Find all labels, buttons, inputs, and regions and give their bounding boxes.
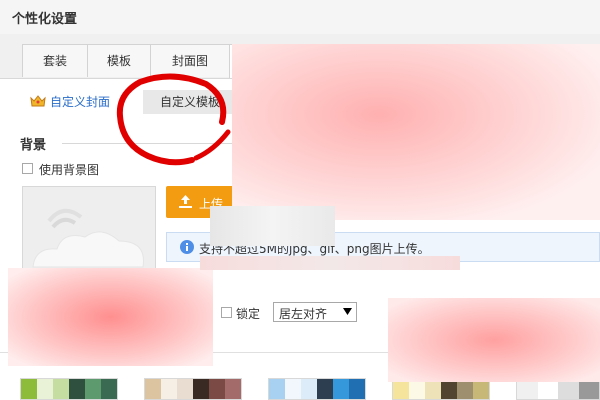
use-background-checkbox[interactable] xyxy=(22,163,33,174)
redacted-area xyxy=(210,206,335,246)
panel-title: 个性化设置 xyxy=(12,12,78,27)
section-divider xyxy=(62,143,232,144)
tab-suite[interactable]: 套装 xyxy=(22,44,88,77)
panel-header: 个性化设置 xyxy=(0,0,600,35)
background-section-title: 背景 xyxy=(20,138,47,153)
color-palette-swatch[interactable] xyxy=(268,378,366,400)
crown-icon xyxy=(30,95,46,107)
info-icon xyxy=(180,240,194,254)
color-palette-swatch[interactable] xyxy=(20,378,118,400)
use-background-label: 使用背景图 xyxy=(39,163,100,177)
redacted-area xyxy=(8,268,213,366)
align-select-value: 居左对齐 xyxy=(279,307,328,321)
color-palette-swatch[interactable] xyxy=(144,378,242,400)
lock-checkbox[interactable] xyxy=(221,307,232,318)
tab-template[interactable]: 模板 xyxy=(87,44,151,77)
redacted-area xyxy=(232,44,600,220)
redacted-area xyxy=(388,298,600,382)
upload-icon xyxy=(179,195,192,208)
redacted-area xyxy=(200,256,460,270)
align-select[interactable]: 居左对齐 xyxy=(273,302,357,322)
tab-cover[interactable]: 封面图 xyxy=(150,44,230,77)
custom-cover-link[interactable]: 自定义封面 xyxy=(50,93,110,110)
dropdown-arrow-icon xyxy=(343,308,352,315)
custom-template-button[interactable]: 自定义模板 xyxy=(143,90,237,114)
lock-label: 锁定 xyxy=(236,307,261,321)
